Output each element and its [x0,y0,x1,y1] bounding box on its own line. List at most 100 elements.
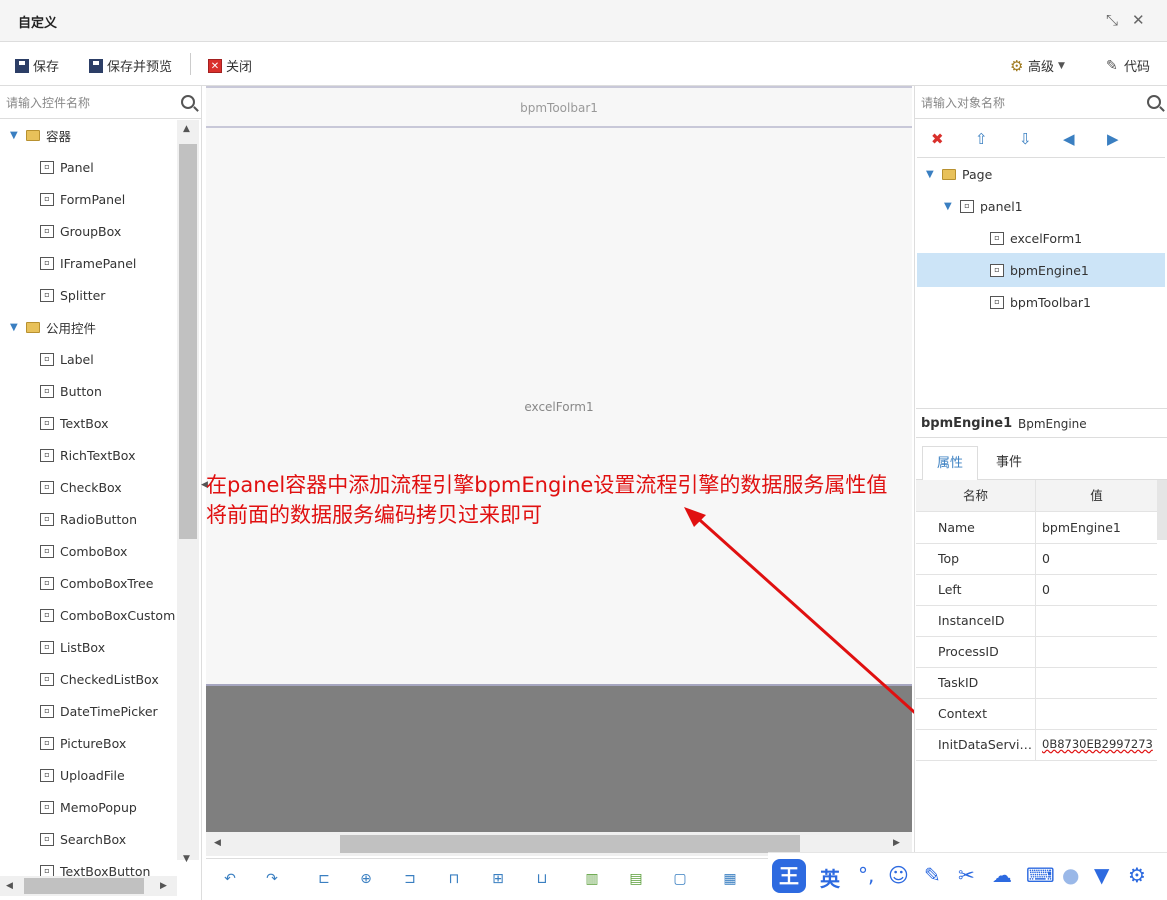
property-value[interactable]: 0B8730EB2997273 [1036,729,1157,760]
palette-item[interactable]: ▫ FormPanel [40,188,125,210]
canvas-scroll-right-icon[interactable]: ▶ [893,838,900,848]
palette-item[interactable]: ▫ ComboBoxTree [40,572,153,594]
align-top-icon[interactable]: ⊓ [446,871,462,887]
move-right-icon[interactable]: ▶ [1107,130,1119,148]
palette-item[interactable]: ▫ SearchBox [40,828,126,850]
object-tree-node[interactable]: ▼ ▫ panel1 [944,195,1023,217]
emoji-icon[interactable]: ☺ [888,863,909,887]
palette-item[interactable]: ▫ Button [40,380,102,402]
property-row[interactable]: InitDataServic... 0B8730EB2997273 [916,729,1157,761]
close-icon[interactable]: ✕ [1132,11,1145,29]
object-search-icon[interactable] [1147,95,1161,109]
property-value[interactable] [1036,636,1157,667]
search-icon[interactable] [181,95,195,109]
scroll-left-icon[interactable]: ◀ [6,881,13,891]
ime-lang-toggle[interactable]: 英 [820,863,840,892]
redo-icon[interactable]: ↷ [264,871,280,887]
palette-item[interactable]: ▫ ComboBoxCustom [40,604,175,626]
object-search-input[interactable]: 请输入对象名称 [921,94,1005,111]
settings-gear-icon[interactable]: ⚙ [1128,863,1146,887]
property-value[interactable]: 0 [1036,574,1157,605]
property-row[interactable]: InstanceID [916,605,1157,637]
align-center-icon[interactable]: ⊕ [358,871,374,887]
align-bottom-icon[interactable]: ⊔ [534,871,550,887]
palette-item[interactable]: ▫ UploadFile [40,764,125,786]
handwrite-icon[interactable]: ✎ [924,863,941,887]
skin-icon[interactable]: ▼ [1094,863,1109,887]
chevron-down-icon[interactable]: ▼ [10,322,20,333]
property-row[interactable]: TaskID [916,667,1157,699]
property-row[interactable]: ProcessID [916,636,1157,668]
ime-logo-icon[interactable]: 王 [772,859,806,893]
palette-item[interactable]: ▫ RadioButton [40,508,137,530]
canvas-scroll-left-icon[interactable]: ◀ [214,838,221,848]
property-row[interactable]: Context [916,698,1157,730]
chevron-down-icon[interactable]: ▼ [944,201,954,212]
property-value[interactable] [1036,605,1157,636]
tab-properties[interactable]: 属性 [922,446,979,482]
canvas-hscrollbar-thumb[interactable] [340,835,800,853]
palette-item[interactable]: ▫ TextBox [40,412,109,434]
palette-group[interactable]: ▼ 容器 [10,124,71,146]
same-width-icon[interactable]: ▥ [584,871,600,887]
align-middle-icon[interactable]: ⊞ [490,871,506,887]
property-value[interactable]: bpmEngine1 [1036,512,1157,543]
move-up-icon[interactable]: ⇧ [975,130,988,148]
palette-item[interactable]: ▫ MemoPopup [40,796,137,818]
shrink-icon[interactable]: ⤡ [1106,11,1118,29]
move-left-icon[interactable]: ◀ [1063,130,1075,148]
scroll-right-icon[interactable]: ▶ [160,881,167,891]
save-button[interactable]: 保存 [15,56,59,75]
object-tree-node[interactable]: ▫ bpmEngine1 [962,259,1089,281]
palette-item[interactable]: ▫ RichTextBox [40,444,135,466]
palette-group[interactable]: ▼ 公用控件 [10,316,96,338]
palette-hscrollbar-thumb[interactable] [24,878,144,894]
same-size-icon[interactable]: ▢ [672,871,688,887]
palette-item[interactable]: ▫ GroupBox [40,220,121,242]
property-row[interactable]: Name bpmEngine1 [916,512,1157,544]
canvas-bpmtoolbar[interactable]: bpmToolbar1 [206,86,912,128]
object-search[interactable]: 请输入对象名称 [915,86,1167,119]
palette-item[interactable]: ▫ PictureBox [40,732,126,754]
palette-item[interactable]: ▫ ListBox [40,636,105,658]
align-right-icon[interactable]: ⊐ [402,871,418,887]
control-search[interactable]: 请输入控件名称 [0,86,201,119]
move-down-icon[interactable]: ⇩ [1019,130,1032,148]
punctuation-icon[interactable]: °, [858,863,874,887]
object-tree-node[interactable]: ▫ bpmToolbar1 [962,291,1091,313]
object-tree-node[interactable]: ▼ Page [926,163,992,185]
palette-item[interactable]: ▫ ComboBox [40,540,127,562]
scissors-icon[interactable]: ✂ [958,863,975,887]
palette-item[interactable]: ▫ IFramePanel [40,252,136,274]
palette-item[interactable]: ▫ CheckBox [40,476,122,498]
object-tree-node[interactable]: ▫ excelForm1 [962,227,1082,249]
cloud-icon[interactable]: ☁ [992,863,1012,887]
palette-item[interactable]: ▫ DateTimePicker [40,700,158,722]
scroll-up-icon[interactable]: ▲ [183,124,190,134]
grid-icon[interactable]: ▦ [722,871,738,887]
align-left-icon[interactable]: ⊏ [316,871,332,887]
user-icon[interactable]: ● [1062,863,1079,887]
property-value[interactable] [1036,667,1157,698]
tab-events[interactable]: 事件 [982,446,1036,480]
property-row[interactable]: Left 0 [916,574,1157,606]
same-height-icon[interactable]: ▤ [628,871,644,887]
chevron-down-icon[interactable]: ▼ [10,130,20,141]
palette-item[interactable]: ▫ Splitter [40,284,105,306]
undo-icon[interactable]: ↶ [222,871,238,887]
save-preview-button[interactable]: 保存并预览 [89,56,172,75]
chevron-down-icon[interactable]: ▼ [926,169,936,180]
property-row[interactable]: Top 0 [916,543,1157,575]
scroll-down-icon[interactable]: ▼ [183,854,190,864]
palette-item[interactable]: ▫ CheckedListBox [40,668,159,690]
advanced-dropdown[interactable]: ⚙ 高级 ▼ [1010,56,1065,75]
close-button[interactable]: ✕ 关闭 [208,56,252,75]
property-value[interactable]: 0 [1036,543,1157,574]
control-search-input[interactable]: 请输入控件名称 [6,94,90,111]
keyboard-icon[interactable]: ⌨ [1026,863,1055,887]
palette-scrollbar-thumb[interactable] [179,144,197,539]
palette-item[interactable]: ▫ Panel [40,156,94,178]
property-scrollbar[interactable] [1157,480,1167,540]
delete-icon[interactable]: ✖ [931,130,944,148]
code-button[interactable]: ✎ 代码 [1106,56,1150,76]
